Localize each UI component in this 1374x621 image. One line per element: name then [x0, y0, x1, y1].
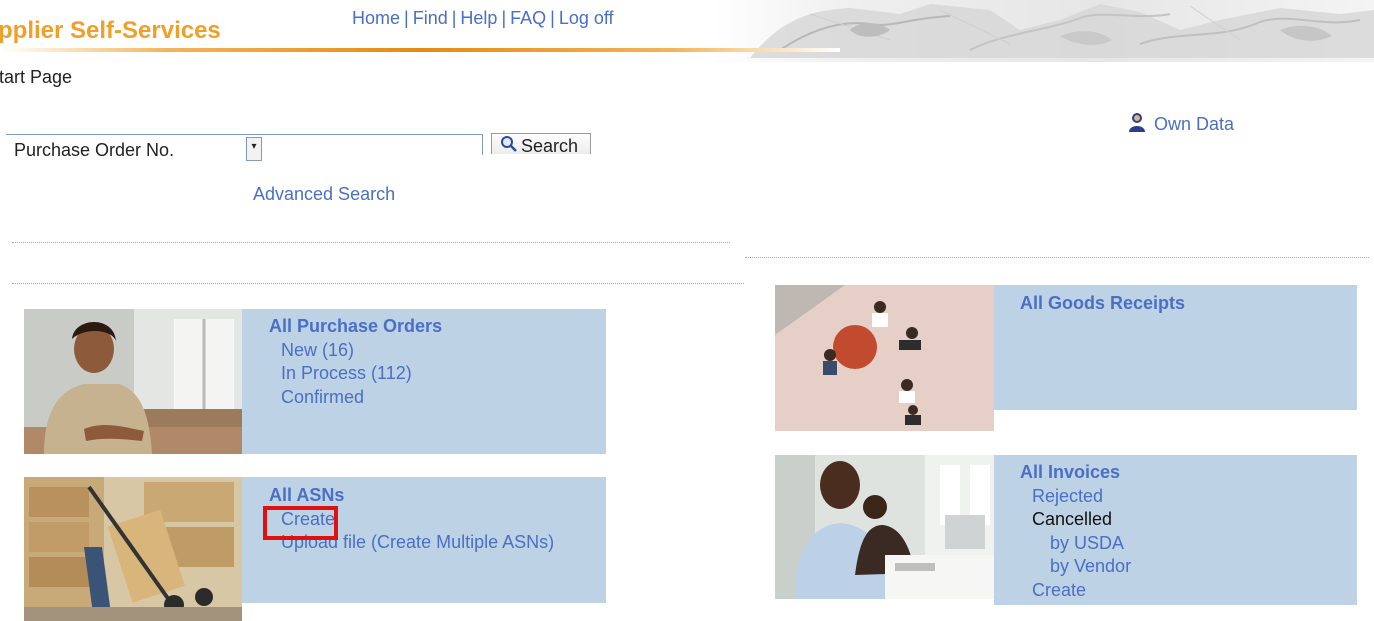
header-accent-bar [0, 48, 840, 52]
nav-separator: | [550, 8, 555, 28]
goods-receipts-content: All Goods Receipts [1020, 292, 1185, 316]
all-purchase-orders-link[interactable]: All Purchase Orders [269, 315, 442, 339]
search-button[interactable]: Search [491, 133, 591, 154]
dropdown-arrow-icon[interactable]: ▾ [246, 137, 262, 161]
search-input[interactable] [270, 134, 483, 155]
all-goods-receipts-link[interactable]: All Goods Receipts [1020, 292, 1185, 316]
po-new-link[interactable]: New (16) [269, 339, 442, 363]
brand-title: pplier Self-Services [0, 17, 221, 44]
nav-find-link[interactable]: Find [413, 8, 448, 28]
divider [12, 283, 744, 284]
person-icon [1128, 112, 1146, 137]
nav-home-link[interactable]: Home [352, 8, 400, 28]
all-asns-link[interactable]: All ASNs [269, 484, 554, 508]
all-invoices-link[interactable]: All Invoices [1020, 461, 1131, 485]
nav-separator: | [451, 8, 457, 28]
goods-receipts-photo [775, 285, 994, 431]
advanced-search-link[interactable]: Advanced Search [253, 184, 395, 205]
header-banner: pplier Self-Services Home | Find | Help | FAQ |… [0, 0, 1374, 62]
magnifier-icon [500, 135, 518, 154]
search-button-label: Search [521, 136, 579, 154]
page: pplier Self-Services Home | Find | Help | FAQ |… [0, 0, 1374, 621]
search-field-select[interactable]: Purchase Order No. ▾ [6, 134, 270, 167]
own-data-link[interactable]: Own Data [1128, 112, 1234, 137]
invoices-create-link[interactable]: Create [1020, 579, 1131, 603]
po-confirmed-link[interactable]: Confirmed [269, 386, 442, 410]
search-field-value: Purchase Order No. [14, 140, 175, 160]
own-data-label: Own Data [1154, 114, 1235, 134]
asns-photo [24, 477, 242, 621]
nav-separator: | [404, 8, 409, 28]
po-in-process-link[interactable]: In Process (112) [269, 362, 442, 386]
invoices-by-vendor-link[interactable]: by Vendor [1020, 555, 1131, 579]
divider [745, 257, 1369, 258]
invoices-rejected-link[interactable]: Rejected [1020, 485, 1131, 509]
invoices-content: All Invoices Rejected Cancelled by USDA … [1020, 461, 1131, 602]
invoices-by-usda-link[interactable]: by USDA [1020, 532, 1131, 556]
nav-separator: | [501, 8, 507, 28]
invoices-cancelled-label: Cancelled [1032, 509, 1113, 529]
highlight-box [263, 506, 338, 540]
nav-logoff-link[interactable]: Log off [559, 8, 614, 28]
page-title: tart Page [0, 67, 73, 87]
purchase-orders-photo [24, 309, 242, 454]
purchase-orders-content: All Purchase Orders New (16) In Process … [269, 315, 442, 409]
invoices-photo [775, 455, 994, 599]
nav-faq-link[interactable]: FAQ [510, 8, 546, 28]
nav-help-link[interactable]: Help [460, 8, 497, 28]
divider [12, 242, 730, 243]
top-navigation: Home | Find | Help | FAQ | Log off [352, 8, 614, 29]
